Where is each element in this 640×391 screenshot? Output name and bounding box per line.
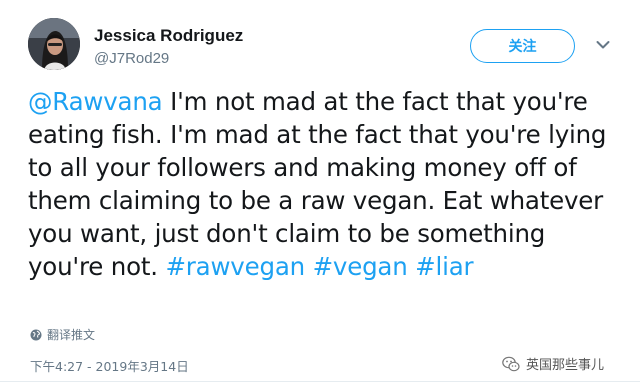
timestamp[interactable]: 下午4:27 - 2019年3月14日 bbox=[30, 356, 189, 375]
display-name[interactable]: Jessica Rodriguez bbox=[94, 26, 243, 46]
tweet-card: Jessica Rodriguez @J7Rod29 关注 @Rawvana I… bbox=[0, 0, 640, 391]
chevron-down-icon[interactable] bbox=[596, 40, 610, 50]
hashtag-link[interactable]: #liar bbox=[415, 252, 473, 281]
translate-label: 翻译推文 bbox=[47, 328, 96, 342]
watermark-text: 英国那些事儿 bbox=[526, 358, 605, 373]
hashtag-link[interactable]: #vegan bbox=[313, 252, 408, 281]
divider bbox=[0, 381, 640, 382]
tweet-body-text bbox=[305, 252, 313, 281]
avatar[interactable] bbox=[28, 18, 80, 70]
translate-tweet-link[interactable]: 翻译推文 bbox=[30, 326, 95, 343]
follow-button[interactable]: 关注 bbox=[470, 29, 575, 63]
hashtag-link[interactable]: #rawvegan bbox=[165, 252, 305, 281]
tweet-text: @Rawvana I'm not mad at the fact that yo… bbox=[28, 85, 626, 283]
globe-icon bbox=[30, 329, 42, 340]
user-handle[interactable]: @J7Rod29 bbox=[94, 50, 243, 68]
author-block: Jessica Rodriguez @J7Rod29 bbox=[94, 26, 243, 68]
watermark: 英国那些事儿 bbox=[502, 354, 604, 373]
wechat-icon bbox=[502, 356, 520, 371]
avatar-photo bbox=[28, 18, 80, 70]
mention-link[interactable]: @Rawvana bbox=[28, 87, 163, 116]
